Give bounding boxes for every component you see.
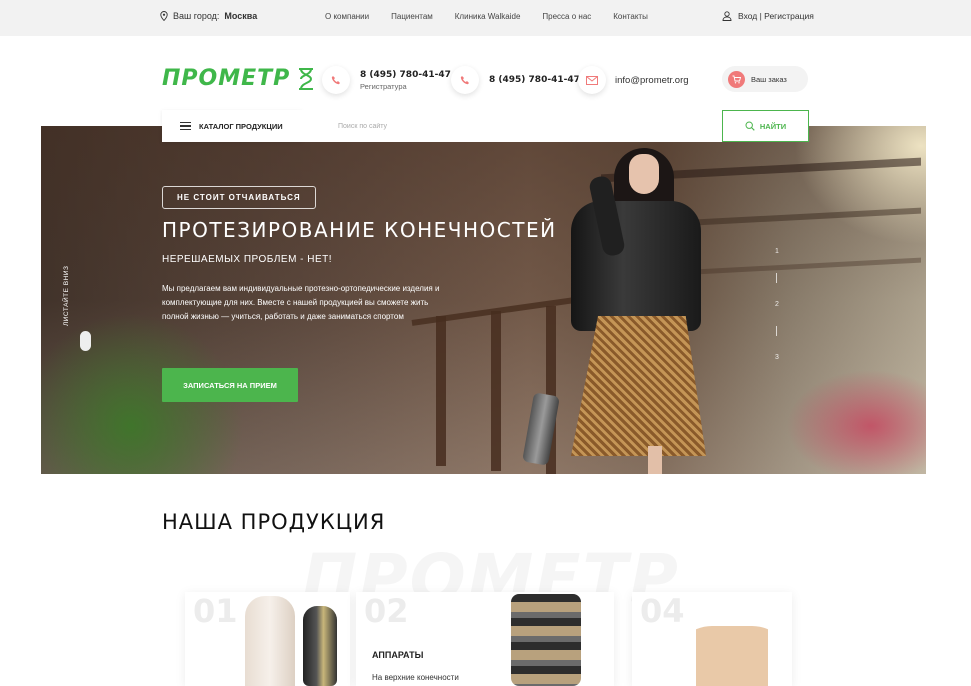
phone-second[interactable]: 8 (495) 780-41-47	[451, 66, 580, 94]
hero-description: Мы предлагаем вам индивидуальные протезн…	[162, 284, 440, 321]
slide-3-indicator[interactable]: 3	[775, 354, 779, 361]
product-card-apparatus[interactable]: 02 АППАРАТЫ На верхние конечности	[356, 592, 614, 686]
user-icon	[722, 11, 732, 21]
catalog-menu-button[interactable]: КАТАЛОГ ПРОДУКЦИИ	[162, 110, 302, 142]
card-number: 04	[640, 592, 685, 630]
nav-clinic[interactable]: Клиника Walkaide	[455, 12, 521, 21]
scroll-down-label: ЛИСТАЙТЕ ВНИЗ	[63, 265, 70, 326]
hero-title: ПРОТЕЗИРОВАНИЕ КОНЕЧНОСТЕЙ	[162, 218, 557, 242]
phone-icon	[451, 66, 479, 94]
hero-badge: НЕ СТОИТ ОТЧАИВАТЬСЯ	[162, 186, 316, 209]
nav-about[interactable]: О компании	[325, 12, 369, 21]
login-label[interactable]: Вход | Регистрация	[738, 11, 814, 21]
slide-2-indicator[interactable]: 2	[775, 301, 779, 308]
leg-brace-image	[511, 594, 581, 686]
hero-model-jacket	[571, 201, 701, 331]
phone-number-1-label: Регистратура	[360, 81, 407, 91]
card-title: АППАРАТЫ	[372, 650, 424, 660]
hero-banner: НЕ СТОИТ ОТЧАИВАТЬСЯ ПРОТЕЗИРОВАНИЕ КОНЕ…	[41, 126, 926, 474]
email-contact[interactable]: info@prometr.org	[578, 66, 689, 94]
card-subtitle[interactable]: На верхние конечности	[372, 673, 459, 682]
site-logo[interactable]: ПРОМЕТР	[162, 66, 316, 91]
hourglass-logo-icon	[299, 67, 314, 90]
top-navigation: О компании Пациентам Клиника Walkaide Пр…	[325, 12, 648, 21]
phone-number-1[interactable]: 8 (495) 780-41-47	[360, 70, 451, 80]
phone-number-2[interactable]: 8 (495) 780-41-47	[489, 75, 580, 85]
search-button-label: НАЙТИ	[759, 121, 787, 131]
cart-button[interactable]: Ваш заказ	[722, 66, 808, 92]
product-card-corsets[interactable]: 04	[632, 592, 792, 686]
book-appointment-button[interactable]: ЗАПИСАТЬСЯ НА ПРИЕМ	[162, 368, 298, 402]
mail-icon	[578, 66, 606, 94]
cart-icon	[728, 70, 745, 88]
catalog-label: КАТАЛОГ ПРОДУКЦИИ	[199, 121, 283, 131]
top-bar: Ваш город: Москва О компании Пациентам К…	[0, 0, 971, 36]
menu-icon	[180, 122, 191, 130]
search-button[interactable]: НАЙТИ	[722, 110, 809, 142]
email-address[interactable]: info@prometr.org	[615, 75, 689, 86]
card-number: 02	[364, 592, 409, 630]
city-label: Ваш город:	[173, 11, 220, 21]
logo-text: ПРОМЕТР	[162, 66, 291, 91]
slide-divider	[776, 326, 778, 336]
slide-1-indicator[interactable]: 1	[775, 248, 779, 255]
prosthetic-socket-image	[303, 606, 337, 686]
product-card-prostheses[interactable]: 01	[185, 592, 350, 686]
search-icon	[745, 121, 755, 131]
nav-patients[interactable]: Пациентам	[391, 12, 433, 21]
card-number: 01	[193, 592, 238, 630]
hero-bg-post	[436, 316, 446, 466]
phone-registry[interactable]: 8 (495) 780-41-47 Регистратура	[322, 66, 451, 94]
phone-icon	[322, 66, 350, 94]
city-value[interactable]: Москва	[224, 11, 257, 21]
hero-bg-post	[491, 311, 501, 471]
corset-image	[672, 626, 792, 686]
knee-sleeve-image	[245, 596, 295, 686]
search-input[interactable]	[302, 110, 722, 142]
nav-press[interactable]: Пресса о нас	[542, 12, 591, 21]
hero-model-face	[629, 154, 659, 194]
city-selector[interactable]: Ваш город: Москва	[160, 11, 257, 21]
hero-model-leg	[648, 446, 662, 474]
mouse-scroll-icon[interactable]	[80, 331, 91, 351]
login-link[interactable]: Вход | Регистрация	[722, 11, 814, 21]
cart-label: Ваш заказ	[751, 74, 787, 84]
products-section-title: НАША ПРОДУКЦИЯ	[162, 510, 386, 534]
slide-divider	[776, 273, 778, 283]
slider-pagination: 1 2 3	[775, 248, 779, 361]
hero-subtitle: НЕРЕШАЕМЫХ ПРОБЛЕМ - НЕТ!	[162, 254, 333, 265]
nav-contacts[interactable]: Контакты	[613, 12, 648, 21]
hero-model-dress	[571, 316, 706, 456]
location-pin-icon	[160, 11, 168, 21]
